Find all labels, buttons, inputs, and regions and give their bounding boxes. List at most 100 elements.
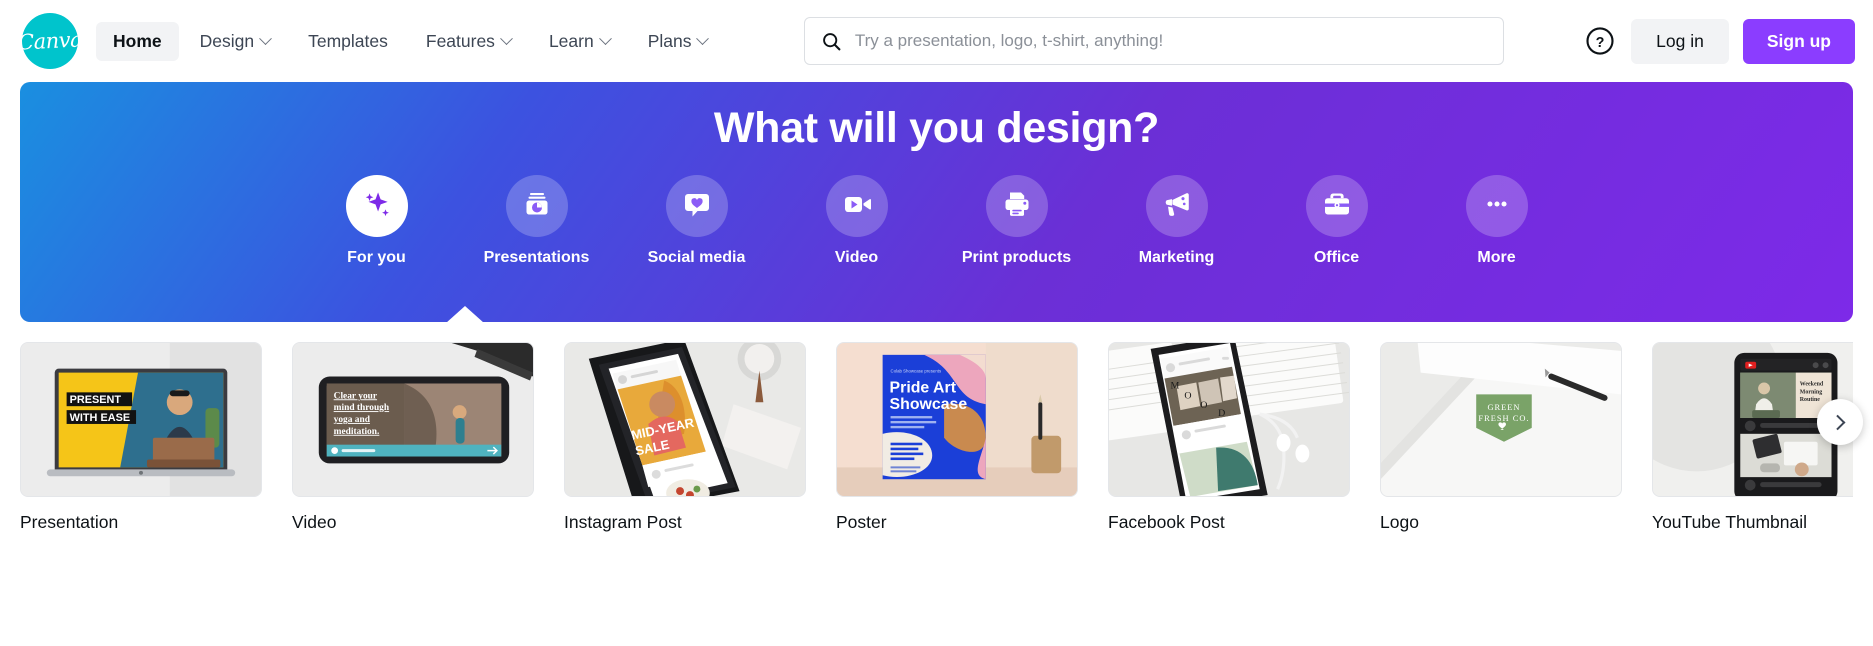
- search-icon: [821, 31, 842, 52]
- chevron-down-icon: [598, 31, 612, 45]
- svg-text:Weekend: Weekend: [1800, 381, 1824, 387]
- category-icon-wrap: [1465, 175, 1528, 237]
- carousel-next-button[interactable]: [1817, 399, 1863, 445]
- template-card-logo[interactable]: GREEN FRESH CO. Logo: [1380, 342, 1622, 533]
- template-card-presentation[interactable]: PRESENT WITH EASE Presentation: [20, 342, 262, 533]
- svg-text:WITH EASE: WITH EASE: [70, 412, 131, 424]
- category-label: Print products: [961, 249, 1072, 266]
- svg-text:O: O: [1200, 400, 1207, 411]
- category-label: Video: [834, 249, 879, 266]
- svg-text:Routine: Routine: [1800, 397, 1820, 403]
- template-card-label: Poster: [836, 512, 887, 532]
- svg-text:Showcase: Showcase: [890, 396, 968, 413]
- svg-text:FRESH CO.: FRESH CO.: [1478, 414, 1529, 423]
- nav-item-features[interactable]: Features: [409, 22, 528, 61]
- thumbnail-poster-pride-art-showcase: Colab Showcase presents Pride Art Showca…: [836, 342, 1078, 497]
- category-icon-wrap: [1305, 175, 1368, 237]
- site-header: Canva Home Design Templates Features Lea…: [0, 0, 1873, 82]
- briefcase-icon: [1321, 188, 1353, 225]
- category-label: Marketing: [1138, 249, 1215, 266]
- svg-text:Colab Showcase presents: Colab Showcase presents: [891, 369, 942, 374]
- chevron-down-icon: [259, 31, 272, 45]
- video-camera-icon: [841, 188, 873, 225]
- nav-label-templates: Templates: [308, 30, 388, 51]
- nav-label-home: Home: [113, 30, 162, 51]
- template-carousel: PRESENT WITH EASE Presentation Clear you…: [0, 342, 1873, 533]
- svg-text:PRESENT: PRESENT: [70, 394, 122, 406]
- thumbnail-phone-mid-year-sale: MID-YEAR SALE: [564, 342, 806, 497]
- category-video[interactable]: Video: [805, 175, 909, 267]
- category-marketing[interactable]: Marketing: [1125, 175, 1229, 267]
- category-social-media[interactable]: Social media: [645, 175, 749, 267]
- template-card-facebook-post[interactable]: M O O D Facebook Post: [1108, 342, 1350, 533]
- svg-text:yoga and: yoga and: [334, 415, 371, 425]
- category-icon-wrap: [665, 175, 728, 237]
- megaphone-icon: [1160, 187, 1193, 225]
- search-input[interactable]: [854, 31, 1487, 51]
- category-label: More: [1477, 249, 1516, 266]
- nav-item-templates[interactable]: Templates: [291, 22, 405, 61]
- category-presentations[interactable]: Presentations: [483, 175, 590, 267]
- chevron-down-icon: [500, 31, 513, 45]
- category-icon-wrap: [505, 175, 568, 237]
- category-label: Presentations: [483, 249, 590, 266]
- template-card-label: YouTube Thumbnail: [1652, 512, 1808, 532]
- page-title: What will you design?: [713, 104, 1160, 152]
- thumbnail-green-fresh-co-logo: GREEN FRESH CO.: [1380, 342, 1622, 497]
- signup-button[interactable]: Sign up: [1742, 18, 1855, 64]
- hero-section: What will you design? For you Presentati…: [0, 82, 1873, 323]
- svg-text:mind through: mind through: [334, 403, 390, 413]
- template-card-list: PRESENT WITH EASE Presentation Clear you…: [20, 342, 1853, 533]
- template-card-label: Presentation: [20, 512, 119, 532]
- thumbnail-tablet-yoga-meditation: Clear your mind through yoga and meditat…: [292, 342, 534, 497]
- ellipsis-icon: [1482, 189, 1512, 224]
- category-row: For you Presentations Social media Video…: [325, 175, 1549, 267]
- category-more[interactable]: More: [1445, 175, 1549, 267]
- presentation-chart-icon: [521, 188, 553, 225]
- sparkles-icon: [360, 187, 394, 226]
- category-label: Office: [1313, 249, 1360, 266]
- svg-text:Clear your: Clear your: [334, 391, 377, 401]
- template-card-label: Facebook Post: [1108, 512, 1225, 532]
- logo-text: Canva: [17, 27, 83, 55]
- svg-text:?: ?: [1596, 35, 1605, 51]
- header-actions: ? Log in Sign up: [1583, 18, 1855, 64]
- template-card-instagram-post[interactable]: MID-YEAR SALE Instagram Post: [564, 342, 806, 533]
- category-icon-wrap: [825, 175, 888, 237]
- category-icon-wrap: [985, 175, 1048, 237]
- nav-item-learn[interactable]: Learn: [532, 22, 627, 61]
- heart-speech-bubble-icon: [681, 188, 713, 225]
- thumbnail-laptop-present-with-ease: PRESENT WITH EASE: [20, 342, 262, 497]
- selected-category-notch: [446, 306, 484, 323]
- canva-logo[interactable]: Canva: [17, 13, 83, 69]
- category-label: For you: [347, 249, 406, 266]
- nav-item-plans[interactable]: Plans: [631, 22, 725, 61]
- category-office[interactable]: Office: [1285, 175, 1389, 267]
- search-container: [724, 17, 1583, 65]
- printer-icon: [1001, 188, 1033, 225]
- hero-banner: What will you design? For you Presentati…: [20, 82, 1853, 323]
- chevron-right-icon: [1829, 414, 1845, 430]
- thumbnail-phone-mood-grid: M O O D: [1108, 342, 1350, 497]
- nav-label-features: Features: [425, 30, 495, 51]
- svg-text:meditation.: meditation.: [334, 427, 380, 437]
- template-card-label: Logo: [1380, 512, 1419, 532]
- category-icon-wrap: [1145, 175, 1208, 237]
- template-card-label: Video: [292, 512, 337, 532]
- category-for-you[interactable]: For you: [325, 175, 429, 267]
- login-button[interactable]: Log in: [1631, 18, 1729, 64]
- svg-text:O: O: [1184, 390, 1191, 401]
- nav-item-home[interactable]: Home: [96, 21, 179, 61]
- template-card-video[interactable]: Clear your mind through yoga and meditat…: [292, 342, 534, 533]
- chevron-down-icon: [696, 31, 710, 45]
- search-box[interactable]: [803, 17, 1504, 65]
- template-card-poster[interactable]: Colab Showcase presents Pride Art Showca…: [836, 342, 1078, 533]
- template-card-label: Instagram Post: [564, 512, 682, 532]
- help-circle-icon[interactable]: ?: [1583, 24, 1617, 58]
- category-print-products[interactable]: Print products: [961, 175, 1072, 267]
- nav-label-design: Design: [199, 30, 255, 51]
- svg-text:Pride Art: Pride Art: [890, 379, 957, 396]
- nav-label-plans: Plans: [647, 30, 692, 51]
- category-label: Social media: [647, 249, 746, 266]
- nav-item-design[interactable]: Design: [183, 22, 287, 61]
